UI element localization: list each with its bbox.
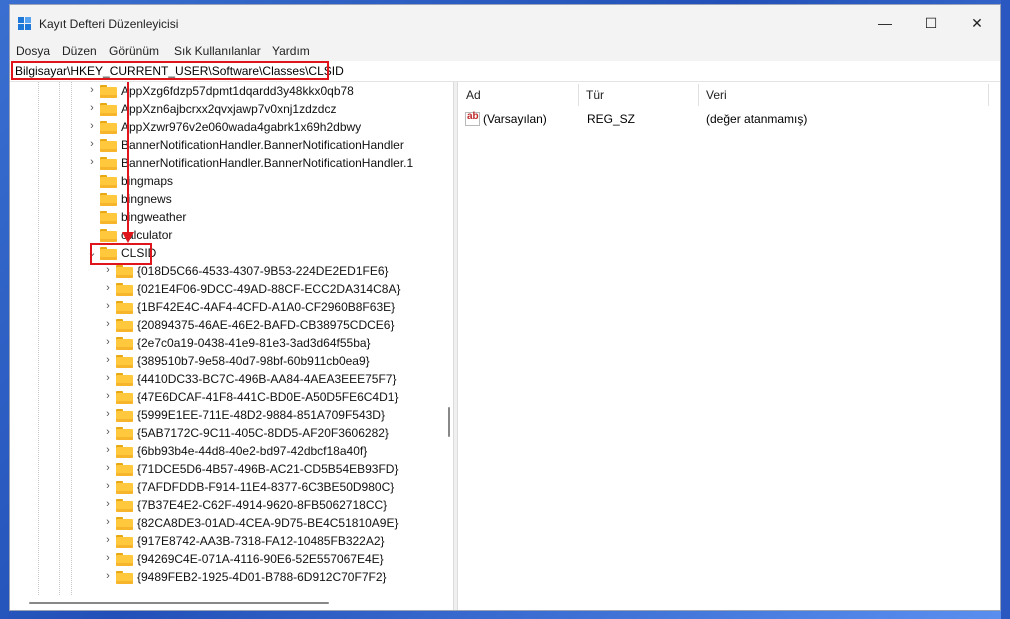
menu-sik-kullanilanlar[interactable]: Sık Kullanılanlar bbox=[174, 44, 261, 58]
title-bar: Kayıt Defteri Düzenleyicisi — ☐ ✕ bbox=[10, 5, 1000, 41]
address-bar[interactable]: Bilgisayar\HKEY_CURRENT_USER\Software\Cl… bbox=[10, 61, 1000, 82]
registry-editor-icon bbox=[18, 17, 32, 31]
value-name: (Varsayılan) bbox=[483, 112, 547, 126]
address-highlight-box bbox=[11, 61, 329, 80]
value-row[interactable]: ab (Varsayılan) REG_SZ (değer atanmamış) bbox=[458, 111, 1000, 129]
column-header-data[interactable]: Veri bbox=[698, 82, 988, 106]
menu-gorunum[interactable]: Görünüm bbox=[109, 44, 159, 58]
tree-horizontal-scroll-thumb[interactable] bbox=[29, 602, 329, 604]
tree-horizontal-scrollbar[interactable] bbox=[10, 596, 453, 610]
registry-editor-window: Kayıt Defteri Düzenleyicisi — ☐ ✕ Dosya … bbox=[9, 4, 1001, 611]
column-header-name-label: Ad bbox=[466, 88, 481, 102]
tree-vertical-scrollbar[interactable] bbox=[444, 82, 453, 596]
close-button[interactable]: ✕ bbox=[954, 5, 1000, 41]
values-list-pane[interactable]: Ad Tür Veri ab (Varsayılan) REG_SZ (değe… bbox=[458, 82, 1000, 610]
minimize-button[interactable]: — bbox=[862, 5, 908, 41]
menu-bar: Dosya Düzen Görünüm Sık Kullanılanlar Ya… bbox=[10, 41, 1000, 61]
reg-sz-icon: ab bbox=[465, 111, 480, 126]
annotation-arrow bbox=[122, 82, 134, 243]
value-type: REG_SZ bbox=[587, 112, 636, 126]
maximize-button[interactable]: ☐ bbox=[908, 5, 954, 41]
menu-duzen[interactable]: Düzen bbox=[62, 44, 97, 58]
column-header-type[interactable]: Tür bbox=[578, 82, 698, 106]
menu-dosya[interactable]: Dosya bbox=[16, 44, 50, 58]
value-data: (değer atanmamış) bbox=[706, 112, 808, 126]
tree-vertical-scroll-thumb[interactable] bbox=[448, 407, 450, 437]
column-header-name[interactable]: Ad bbox=[458, 82, 578, 106]
key-tree-pane[interactable]: › AppXzg6fdzp57dpmt1dqardd3y48kkx0qb78 › Ap… bbox=[10, 82, 453, 610]
column-header-type-label: Tür bbox=[586, 88, 604, 102]
column-header-data-label: Veri bbox=[706, 88, 727, 102]
desktop-background bbox=[1001, 0, 1010, 619]
window-title: Kayıt Defteri Düzenleyicisi bbox=[39, 17, 179, 31]
menu-yardim[interactable]: Yardım bbox=[272, 44, 310, 58]
column-separator[interactable] bbox=[988, 84, 989, 106]
